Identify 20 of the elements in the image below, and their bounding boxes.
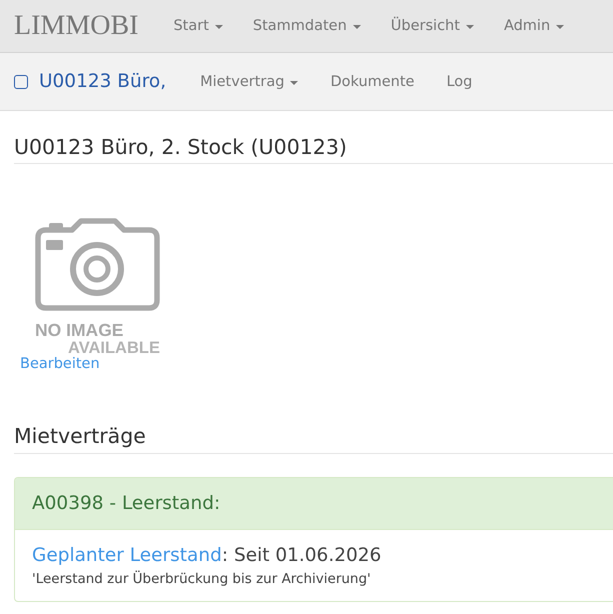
note-text: 'Leerstand zur Überbrückung bis zur Archivierung' (32, 570, 372, 589)
subnav-item[interactable]: Mietvertrag (184, 66, 314, 98)
section-heading: Mietverträge (14, 424, 613, 454)
brand-logo[interactable]: LIMMOBI (14, 12, 138, 40)
status-link[interactable]: Geplanter Leerstand (32, 545, 222, 566)
nav-menu[interactable]: Stammdaten (238, 10, 376, 42)
edit-link[interactable]: Bearbeiten (20, 356, 100, 373)
nav-menu[interactable]: Admin (488, 10, 580, 42)
page-title: U00123 Büro, 2. Stock (U00123) (14, 135, 613, 164)
nav-menu[interactable]: Übersicht (376, 10, 489, 42)
square-icon (14, 74, 28, 88)
camera-icon (35, 218, 160, 311)
subnav-item[interactable]: Dokumente (314, 66, 430, 98)
subnav-item[interactable]: Log (430, 66, 488, 98)
status-text: Geplanter Leerstand: Seit 01.06.2026 (32, 544, 382, 568)
no-image-label: NO IMAGE (35, 321, 124, 340)
nav-menu[interactable]: Start (158, 10, 238, 42)
object-link[interactable]: U00123 Büro, (14, 71, 166, 92)
available-label: AVAILABLE (68, 340, 160, 357)
panel-title: A00398 - Leerstand: (32, 493, 220, 514)
